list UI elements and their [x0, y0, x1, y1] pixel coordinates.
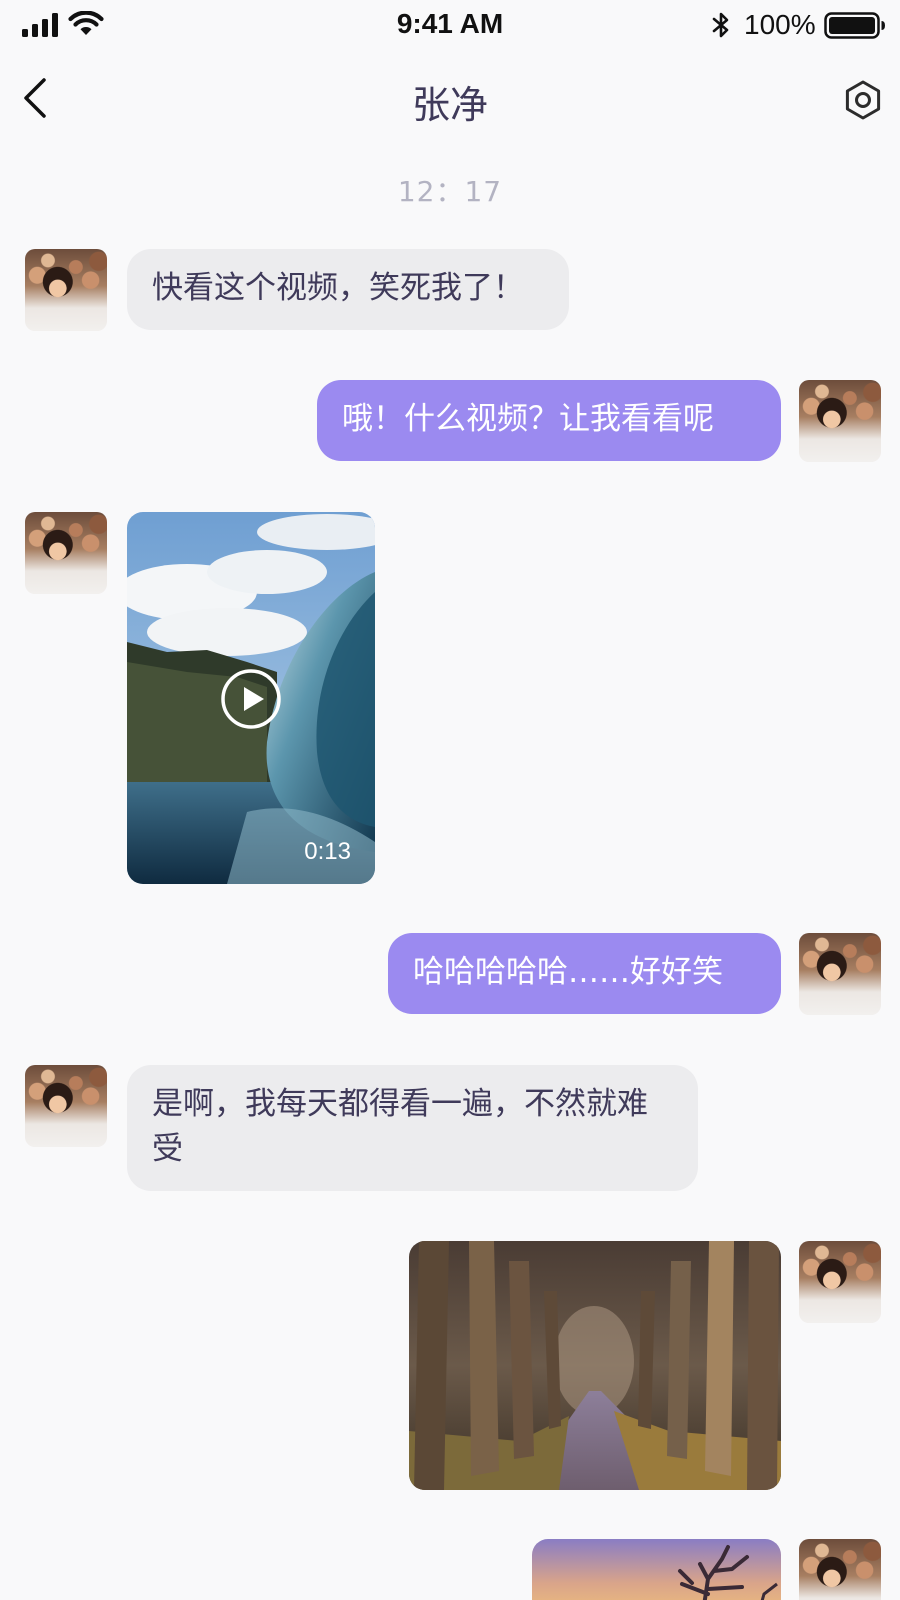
forest-path-photo	[409, 1241, 781, 1490]
message-timestamp: 12：17	[397, 175, 503, 208]
contact-avatar[interactable]	[25, 249, 107, 331]
chat-title: 张净	[411, 83, 488, 127]
user-avatar[interactable]	[799, 380, 881, 462]
image-message[interactable]	[409, 1241, 781, 1490]
contact-avatar[interactable]	[25, 1065, 107, 1147]
message-bubble-incoming[interactable]: 是啊，我每天都得看一遍，不然就难受	[127, 1065, 698, 1191]
battery-percentage: 100%	[744, 9, 816, 40]
video-message[interactable]: 0:13	[127, 512, 375, 884]
battery-icon	[824, 12, 885, 39]
sunset-photo	[532, 1539, 781, 1600]
gear-icon[interactable]	[842, 79, 884, 121]
message-bubble-outgoing[interactable]: 哦！什么视频？让我看看呢	[317, 380, 781, 461]
image-message[interactable]	[532, 1539, 781, 1600]
play-icon[interactable]	[220, 668, 282, 730]
message-bubble-outgoing[interactable]: 哈哈哈哈哈……好好笑	[388, 933, 781, 1014]
user-avatar[interactable]	[799, 933, 881, 1015]
bluetooth-icon	[712, 12, 729, 38]
user-avatar[interactable]	[799, 1241, 881, 1323]
status-bar: 9:41 AM 100%	[0, 0, 900, 50]
user-avatar[interactable]	[799, 1539, 881, 1600]
contact-avatar[interactable]	[25, 512, 107, 594]
video-duration: 0:13	[304, 838, 351, 865]
message-bubble-incoming[interactable]: 快看这个视频，笑死我了！	[127, 249, 569, 330]
